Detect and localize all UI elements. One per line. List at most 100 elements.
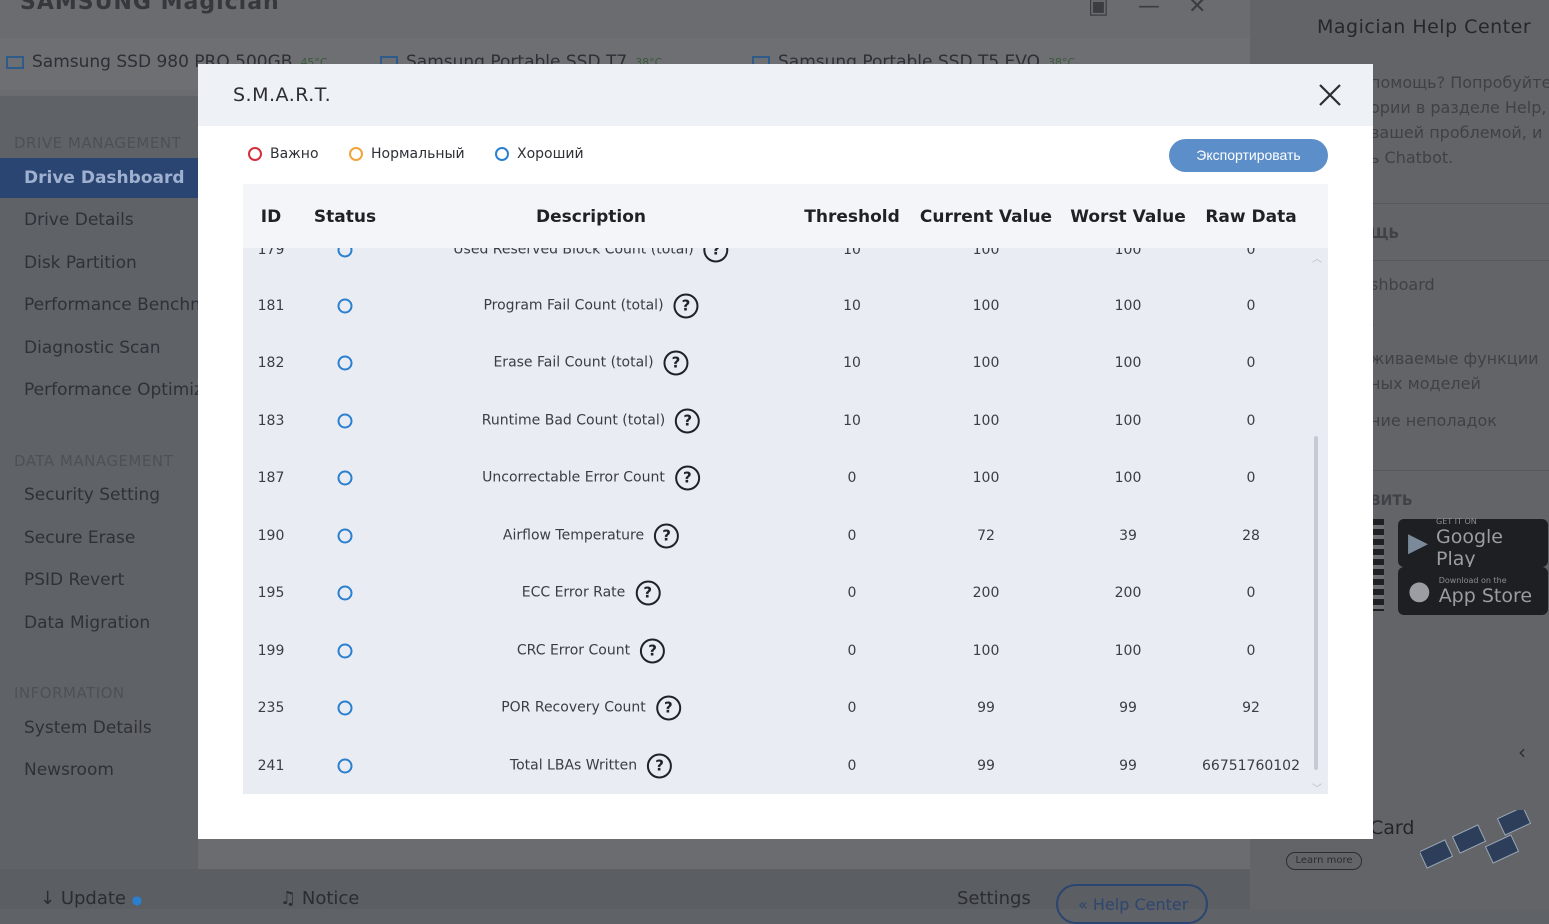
description-text: Airflow Temperature	[502, 527, 645, 544]
cell-current: 72	[977, 527, 995, 544]
sidebar-item-drive-details[interactable]: Drive Details	[24, 210, 134, 230]
help-link[interactable]: ных моделей	[1370, 371, 1481, 396]
status-good-icon	[337, 528, 353, 543]
cell-raw: 0	[1246, 642, 1256, 659]
help-link[interactable]: живаемые функции	[1370, 346, 1538, 371]
cell-current: 99	[977, 757, 995, 774]
dialog-header	[198, 64, 1373, 126]
cell-threshold: 0	[847, 527, 857, 544]
double-chevron-left-icon: «	[1078, 895, 1093, 914]
status-good-icon	[337, 355, 353, 370]
play-icon: ▶	[1408, 528, 1428, 558]
status-good-icon	[337, 298, 353, 313]
cell-worst: 100	[1114, 642, 1142, 659]
cell-raw: 92	[1242, 699, 1260, 716]
apple-icon: ●	[1408, 576, 1431, 606]
description-text: Uncorrectable Error Count	[482, 469, 665, 486]
sidebar-item-data-migration[interactable]: Data Migration	[24, 613, 150, 633]
restore-icon[interactable]: ▣	[1088, 0, 1109, 19]
cell-description: POR Recovery Count?	[501, 695, 681, 720]
legend-label: Хороший	[517, 146, 584, 162]
help-question-icon[interactable]: ?	[655, 695, 681, 720]
cell-id: 181	[257, 297, 285, 314]
cell-raw: 0	[1246, 412, 1256, 429]
download-icon: ↓	[40, 888, 61, 909]
status-good-icon	[337, 700, 353, 715]
help-question-icon[interactable]: ?	[673, 293, 699, 318]
sidebar-item-secure-erase[interactable]: Secure Erase	[24, 528, 135, 548]
description-text: Runtime Bad Count (total)	[481, 412, 666, 429]
sidebar-item-newsroom[interactable]: Newsroom	[24, 760, 114, 780]
help-section-title: ЩЬ	[1370, 226, 1400, 242]
description-text: Erase Fail Count (total)	[493, 354, 654, 371]
col-current: Current Value	[919, 207, 1053, 227]
cell-worst: 100	[1114, 354, 1142, 371]
cell-threshold: 10	[843, 297, 861, 314]
sidebar-item-system-details[interactable]: System Details	[24, 718, 152, 738]
help-intro-line[interactable]: ь Chatbot.	[1370, 145, 1453, 170]
cell-current: 100	[972, 412, 1000, 429]
cell-current: 100	[972, 469, 1000, 486]
close-icon[interactable]	[1315, 80, 1345, 110]
card-banner-text: Card	[1370, 817, 1415, 839]
cell-current: 100	[972, 642, 1000, 659]
settings-button[interactable]: Settings	[957, 888, 1031, 909]
update-button[interactable]: ↓ Update ●	[40, 888, 142, 909]
cell-id: 195	[257, 584, 285, 601]
sidebar-item-security-setting[interactable]: Security Setting	[24, 485, 160, 505]
cell-threshold: 0	[847, 699, 857, 716]
col-threshold: Threshold	[804, 207, 900, 227]
help-intro-line: вашей проблемой, и	[1370, 123, 1543, 142]
cell-id: 235	[257, 699, 285, 716]
learn-more-button[interactable]: Learn more	[1286, 852, 1362, 870]
close-window-icon[interactable]: ✕	[1188, 0, 1206, 19]
help-question-icon[interactable]: ?	[647, 753, 673, 778]
help-intro-line: помощь? Попробуйте	[1370, 73, 1549, 92]
help-section-title: ВИТЬ	[1370, 493, 1413, 509]
sidebar-item-psid-revert[interactable]: PSID Revert	[24, 570, 124, 590]
sidebar-section-information: INFORMATION	[14, 684, 125, 702]
minimize-icon[interactable]: —	[1138, 0, 1160, 19]
table-row: 187 Uncorrectable Error Count? 0 100 100 0	[243, 449, 1328, 506]
sidebar-item-disk-partition[interactable]: Disk Partition	[24, 253, 137, 273]
help-center-button[interactable]: « Help Center	[1056, 884, 1208, 924]
drive-icon	[6, 55, 24, 69]
help-question-icon[interactable]: ?	[640, 638, 666, 663]
google-play-badge[interactable]: ▶ GET IT ON Google Play	[1398, 517, 1548, 570]
status-good-icon	[337, 758, 353, 773]
cell-id: 187	[257, 469, 285, 486]
scroll-down-icon[interactable]: ﹀	[1312, 780, 1322, 795]
sidebar-section-data: DATA MANAGEMENT	[14, 452, 174, 470]
help-question-icon[interactable]: ?	[663, 350, 689, 375]
cell-current: 100	[972, 297, 1000, 314]
table-row: 190 Airflow Temperature? 0 72 39 28	[243, 507, 1328, 564]
export-button[interactable]: Экспортировать	[1169, 139, 1328, 172]
app-store-badge[interactable]: ● Download on the App Store	[1398, 567, 1548, 615]
qr-code	[1372, 519, 1384, 611]
help-question-icon[interactable]: ?	[674, 465, 700, 490]
status-good-icon	[337, 585, 353, 600]
help-link[interactable]: shboard	[1370, 272, 1435, 297]
legend-good: Хороший	[495, 146, 584, 162]
description-text: Total LBAs Written	[509, 757, 638, 774]
apple-big: App Store	[1438, 584, 1533, 607]
table-row: 199 CRC Error Count? 0 100 100 0	[243, 622, 1328, 679]
scrollbar[interactable]	[1314, 436, 1318, 770]
legend-label: Нормальный	[371, 146, 465, 162]
help-question-icon[interactable]: ?	[654, 523, 680, 548]
help-question-icon[interactable]: ?	[635, 580, 661, 605]
help-question-icon[interactable]: ?	[675, 408, 701, 433]
google-big: Google Play	[1436, 525, 1504, 570]
cell-worst: 39	[1119, 527, 1137, 544]
help-link[interactable]: ние неполадок	[1370, 408, 1497, 433]
sidebar-item-diagnostic-scan[interactable]: Diagnostic Scan	[24, 338, 161, 358]
sidebar-item-drive-dashboard[interactable]: Drive Dashboard	[0, 158, 198, 198]
scroll-up-icon[interactable]: ︿	[1312, 250, 1322, 265]
notice-button[interactable]: ♫ Notice	[280, 888, 359, 909]
cell-id: 183	[257, 412, 285, 429]
cell-threshold: 0	[847, 757, 857, 774]
cell-id: 199	[257, 642, 285, 659]
bell-icon: ♫	[280, 888, 302, 909]
chevron-left-icon[interactable]: ‹	[1518, 740, 1526, 764]
cell-description: Uncorrectable Error Count?	[482, 465, 700, 490]
